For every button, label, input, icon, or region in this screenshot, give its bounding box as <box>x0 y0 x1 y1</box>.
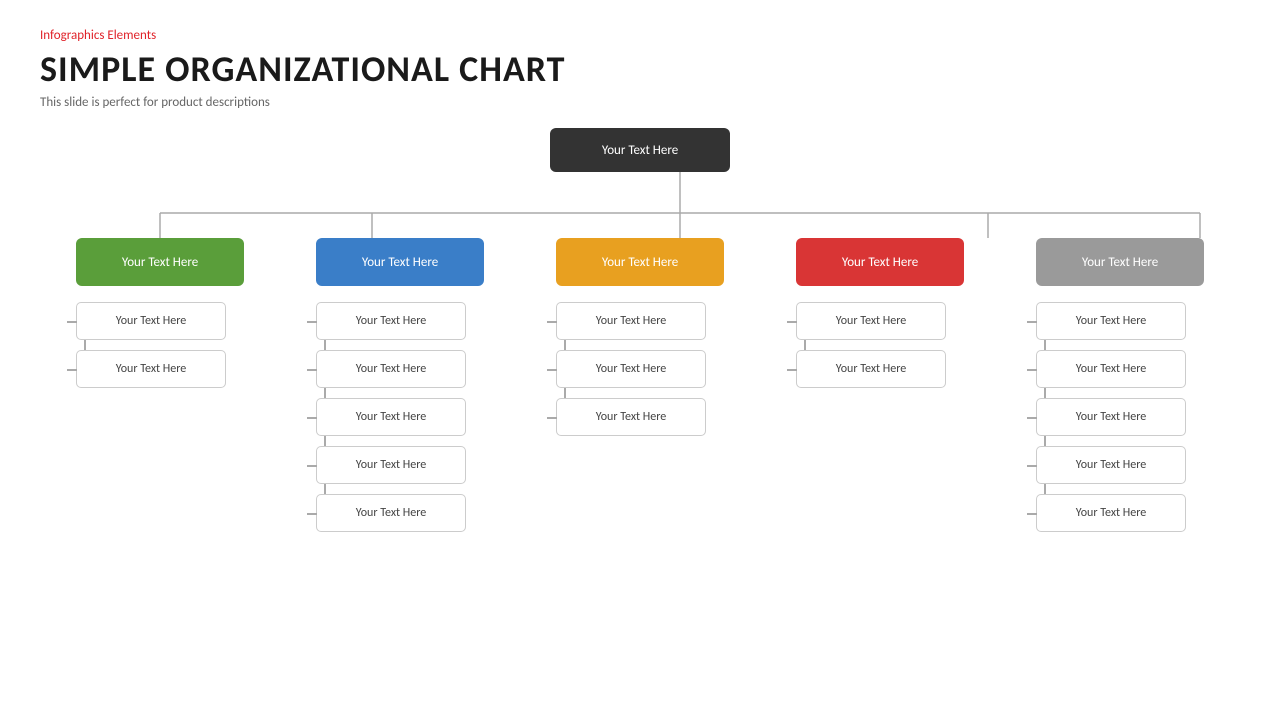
page: Infographics Elements SIMPLE ORGANIZATIO… <box>0 0 1280 720</box>
child-node: Your Text Here <box>1036 350 1186 388</box>
column-3: Your Text Here Your Text Here Your Text … <box>550 238 730 532</box>
children-wrapper-5: Your Text Here Your Text Here Your Text … <box>1036 302 1204 532</box>
child-node: Your Text Here <box>556 398 706 436</box>
child-node: Your Text Here <box>316 494 466 532</box>
col-header-4: Your Text Here <box>796 238 964 286</box>
child-node: Your Text Here <box>556 302 706 340</box>
main-title: SIMPLE ORGANIZATIONAL CHART <box>40 47 1240 91</box>
child-node: Your Text Here <box>796 302 946 340</box>
column-4: Your Text Here Your Text Here Your Text … <box>790 238 970 532</box>
child-node: Your Text Here <box>316 350 466 388</box>
child-node: Your Text Here <box>76 350 226 388</box>
col-header-1: Your Text Here <box>76 238 244 286</box>
child-node: Your Text Here <box>1036 398 1186 436</box>
col-header-2: Your Text Here <box>316 238 484 286</box>
description: This slide is perfect for product descri… <box>40 95 1240 110</box>
child-node: Your Text Here <box>1036 446 1186 484</box>
root-node: Your Text Here <box>550 128 730 172</box>
child-node: Your Text Here <box>556 350 706 388</box>
child-node: Your Text Here <box>316 446 466 484</box>
child-node: Your Text Here <box>76 302 226 340</box>
child-node: Your Text Here <box>1036 302 1186 340</box>
child-node: Your Text Here <box>1036 494 1186 532</box>
children-wrapper-1: Your Text Here Your Text Here <box>76 302 244 388</box>
children-wrapper-2: Your Text Here Your Text Here Your Text … <box>316 302 484 532</box>
columns-container: Your Text Here Your Text Here Your Text … <box>40 238 1240 532</box>
chart-area: Your Text Here Your Text Here <box>40 128 1240 688</box>
subtitle: Infographics Elements <box>40 28 1240 43</box>
children-wrapper-4: Your Text Here Your Text Here <box>796 302 964 388</box>
child-node: Your Text Here <box>796 350 946 388</box>
column-5: Your Text Here Your Text Here Your Text … <box>1030 238 1210 532</box>
child-node: Your Text Here <box>316 398 466 436</box>
children-wrapper-3: Your Text Here Your Text Here Your Text … <box>556 302 724 436</box>
child-node: Your Text Here <box>316 302 466 340</box>
col-header-3: Your Text Here <box>556 238 724 286</box>
column-1: Your Text Here Your Text Here Your Text … <box>70 238 250 532</box>
column-2: Your Text Here Your Text Here Your Text … <box>310 238 490 532</box>
col-header-5: Your Text Here <box>1036 238 1204 286</box>
header: Infographics Elements SIMPLE ORGANIZATIO… <box>40 28 1240 110</box>
